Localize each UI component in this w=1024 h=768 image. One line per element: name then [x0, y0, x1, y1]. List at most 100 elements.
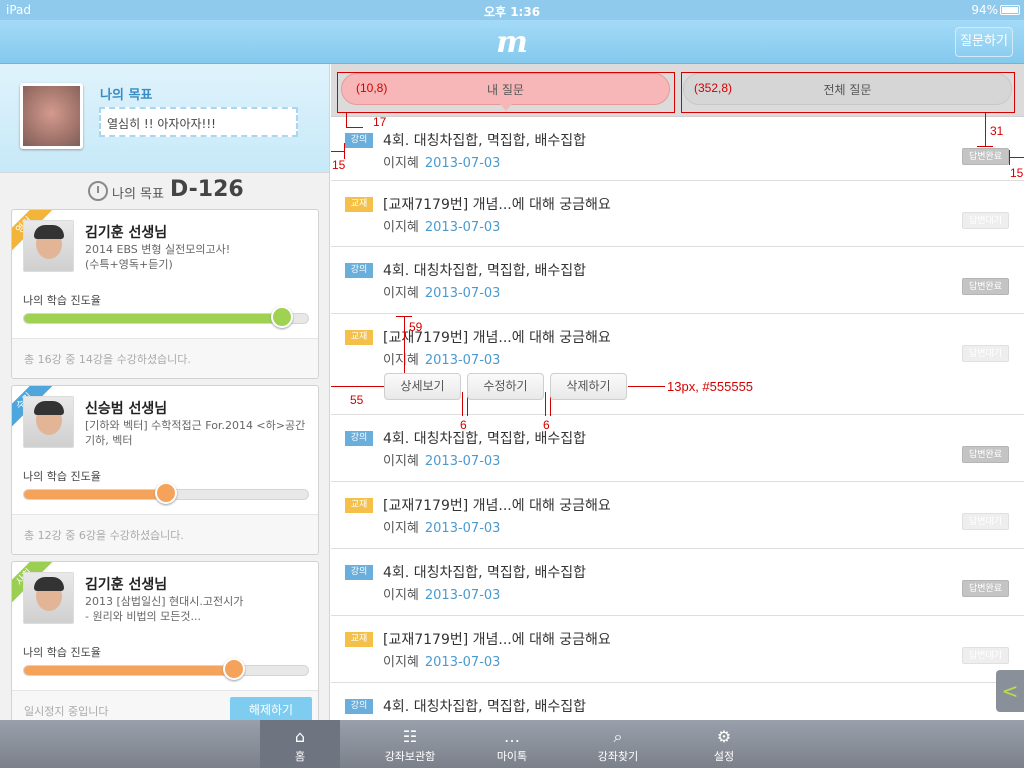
- date: 2013-07-03: [424, 286, 501, 301]
- goal-text[interactable]: 열심히 !! 아자아자!!!: [99, 107, 298, 137]
- spec-line: [396, 316, 412, 317]
- spec-line: [346, 127, 363, 128]
- question-meta: 이지혜 2013-07-03: [383, 282, 500, 301]
- question-title: 4회. 대칭차집합, 멱집합, 배수집합: [383, 431, 587, 447]
- paused-text: 일시정지 중입니다: [24, 705, 109, 718]
- question-row[interactable]: 교재 [교재7179번] 개념...에 대해 궁금해요 이지혜 2013-07-03 답…: [331, 482, 1024, 549]
- spec-15-right: 15: [1010, 166, 1024, 180]
- sidebar: 나의 목표 열심히 !! 아자아자!!! 나의 목표 D-126 영어 김기훈 …: [0, 64, 330, 720]
- bottom-tab-label: 마이톡: [496, 750, 528, 763]
- spec-line: [1009, 150, 1010, 165]
- bottom-tab[interactable]: ⚙ 설정: [684, 720, 764, 768]
- spec-17: 17: [373, 115, 387, 129]
- spec-line: [331, 386, 384, 387]
- question-row[interactable]: 강의 4회. 대칭차집합, 멱집합, 배수집합 이지혜 2013-07-03 답변완료: [331, 247, 1024, 314]
- question-row[interactable]: 강의 4회. 대칭차집합, 멱집합, 배수집합 이지혜 2013-07-03 답변완료: [331, 549, 1024, 616]
- status-badge: 답변완료: [962, 278, 1009, 295]
- bottom-tab[interactable]: ⌕ 강좌찾기: [578, 720, 658, 768]
- bottom-tab-label: 홈: [294, 750, 306, 763]
- category-tag: 강의: [345, 133, 373, 148]
- question-title: 4회. 대칭차집합, 멱집합, 배수집합: [383, 133, 587, 149]
- chevron-left-icon[interactable]: <: [996, 670, 1024, 712]
- detail-button[interactable]: 상세보기: [384, 373, 461, 400]
- spec-59: 59: [409, 320, 423, 334]
- spec-15: 15: [332, 158, 346, 172]
- lecture-count-text: 총 16강 중 14강을 수강하셨습니다.: [24, 353, 191, 366]
- author: 이지혜: [383, 286, 419, 301]
- home-icon: ⌂: [294, 727, 306, 746]
- bottom-tab-label: 강좌보관함: [384, 750, 436, 763]
- question-row[interactable]: 교재 [교재7179번] 개념...에 대해 궁금해요 이지혜 2013-07-03 답…: [331, 181, 1024, 247]
- bottom-tab[interactable]: ☷ 강좌보관함: [370, 720, 450, 768]
- status-badge: 답변대기: [962, 513, 1009, 530]
- spec-6b: 6: [543, 418, 550, 432]
- category-tag: 강의: [345, 699, 373, 714]
- progress-knob-icon: [223, 658, 246, 680]
- bottom-tab[interactable]: … 마이톡: [472, 720, 552, 768]
- spec-line: [462, 392, 463, 416]
- status-badge: 답변완료: [962, 446, 1009, 463]
- question-row[interactable]: 교재 [교재7179번] 개념...에 대해 궁금해요 이지혜 2013-07-03 답…: [331, 616, 1024, 683]
- card-footer: 총 12강 중 6강을 수강하셨습니다.: [12, 514, 318, 554]
- category-tag: 교재: [345, 197, 373, 212]
- category-tag: 강의: [345, 565, 373, 580]
- spec-pos-mine: (10,8): [356, 81, 388, 95]
- bottom-tab-bar: ⌂ 홈 ☷ 강좌보관함… 마이톡 ⌕ 강좌찾기 ⚙ 설정: [0, 720, 1024, 768]
- spec-line: [404, 316, 405, 374]
- edit-button[interactable]: 수정하기: [467, 373, 544, 400]
- bottom-tab-label: 강좌찾기: [597, 750, 639, 763]
- date: 2013-07-03: [424, 588, 501, 603]
- archive-icon: ☷: [402, 727, 418, 746]
- profile-photo[interactable]: [20, 83, 83, 149]
- spec-pos-all: (352,8): [694, 81, 733, 95]
- category-tag: 강의: [345, 263, 373, 278]
- question-title: 4회. 대칭차집합, 멱집합, 배수집합: [383, 699, 587, 715]
- author: 이지혜: [383, 521, 419, 536]
- teacher-photo: [23, 396, 74, 448]
- gear-icon: ⚙: [716, 727, 732, 746]
- question-meta: 이지혜 2013-07-03: [383, 450, 500, 469]
- teacher-card[interactable]: 수리 신승범 선생님 [기하와 벡터] 수학적접근 For.2014 <하>공간…: [11, 385, 319, 555]
- course-desc: 2013 [삼법일신] 현대시.고전시가 - 원리와 비법의 모든것...: [85, 595, 244, 623]
- card-footer: 총 16강 중 14강을 수강하셨습니다.: [12, 338, 318, 378]
- question-meta: 이지혜 2013-07-03: [383, 584, 500, 603]
- author: 이지혜: [383, 353, 419, 368]
- progress-bar: [23, 482, 309, 504]
- spec-55: 55: [350, 393, 364, 407]
- ask-question-button[interactable]: 질문하기: [955, 27, 1013, 57]
- dday-row: 나의 목표 D-126: [0, 172, 329, 208]
- spec-line: [1009, 157, 1024, 158]
- question-title: [교재7179번] 개념...에 대해 궁금해요: [383, 498, 611, 514]
- spec-font: 13px, #555555: [667, 379, 754, 394]
- question-meta: 이지혜 2013-07-03: [383, 152, 500, 171]
- date: 2013-07-03: [424, 655, 501, 670]
- course-desc: 2014 EBS 변형 실전모의고사! (수특+영독+듣기): [85, 243, 231, 271]
- bottom-tab-label: 설정: [713, 750, 735, 763]
- teacher-card[interactable]: 영어 김기훈 선생님 2014 EBS 변형 실전모의고사! (수특+영독+듣기…: [11, 209, 319, 379]
- question-row[interactable]: 강의 4회. 대칭차집합, 멱집합, 배수집합이지혜 2013-07-03 답변완료: [331, 117, 1024, 181]
- category-tag: 교재: [345, 330, 373, 345]
- progress-bar: [23, 658, 309, 680]
- bottom-tab[interactable]: ⌂ 홈: [260, 720, 340, 768]
- goal-title: 나의 목표: [100, 88, 153, 103]
- progress-bar: [23, 306, 309, 328]
- progress-knob-icon: [271, 306, 294, 328]
- delete-button[interactable]: 삭제하기: [550, 373, 627, 400]
- unlock-button[interactable]: 해제하기: [230, 697, 312, 720]
- teacher-card[interactable]: 사회 김기훈 선생님 2013 [삼법일신] 현대시.고전시가 - 원리와 비법…: [11, 561, 319, 720]
- dday-value: D-126: [170, 177, 244, 202]
- course-desc: [기하와 벡터] 수학적접근 For.2014 <하>공간기하, 벡터: [85, 419, 306, 447]
- battery-percent: 94%: [971, 3, 998, 17]
- question-row[interactable]: 강의 4회. 대칭차집합, 멱집합, 배수집합 이지혜 2013-07-03 답변완료: [331, 415, 1024, 482]
- status-badge: 답변대기: [962, 647, 1009, 664]
- card-footer: 일시정지 중입니다 해제하기: [12, 690, 318, 720]
- question-row[interactable]: 강의4회. 대칭차집합, 멱집합, 배수집합이지혜: [331, 683, 1024, 720]
- dday-label: 나의 목표: [112, 187, 164, 202]
- spec-6a: 6: [460, 418, 467, 432]
- date: 2013-07-03: [424, 521, 501, 536]
- chat-icon: …: [504, 727, 520, 746]
- status-badge: 답변완료: [962, 148, 1009, 165]
- author: 이지혜: [383, 220, 419, 235]
- date: 2013-07-03: [424, 454, 501, 469]
- category-tag: 교재: [345, 632, 373, 647]
